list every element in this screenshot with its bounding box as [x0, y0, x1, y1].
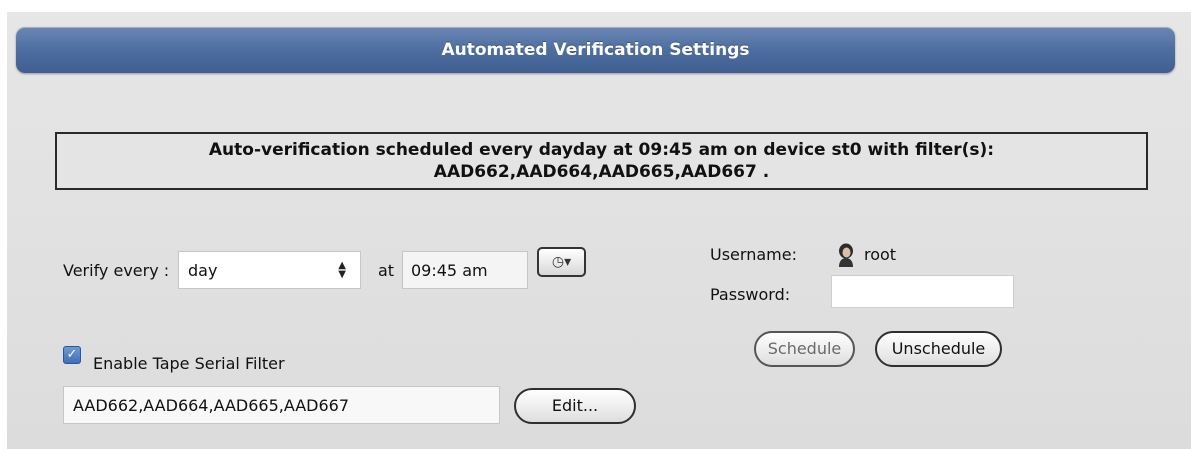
- frequency-select[interactable]: day ▲ ▼: [178, 251, 361, 289]
- frequency-select-value: day: [188, 261, 218, 280]
- tape-serial-filter-input[interactable]: AAD662,AAD664,AAD665,AAD667: [63, 386, 500, 424]
- password-label: Password:: [710, 285, 791, 304]
- unschedule-button[interactable]: Unschedule: [875, 331, 1002, 367]
- status-text-line2: AAD662,AAD664,AAD665,AAD667 .: [433, 162, 770, 182]
- username-label: Username:: [710, 245, 797, 264]
- at-label: at: [378, 261, 395, 280]
- user-avatar-icon: [839, 243, 853, 267]
- verify-every-label: Verify every :: [63, 261, 170, 280]
- edit-button[interactable]: Edit...: [514, 388, 636, 424]
- header-bar: Automated Verification Settings: [16, 27, 1175, 73]
- page-title: Automated Verification Settings: [441, 40, 750, 60]
- schedule-button[interactable]: Schedule: [754, 331, 855, 367]
- select-arrows-icon: ▲ ▼: [338, 260, 346, 280]
- checkmark-icon: ✓: [66, 347, 78, 362]
- clock-dropdown-button[interactable]: ◷▾: [537, 247, 586, 277]
- username-value: root: [864, 245, 897, 264]
- schedule-status-box: Auto-verification scheduled every dayday…: [55, 132, 1148, 190]
- enable-filter-checkbox[interactable]: ✓: [63, 346, 81, 364]
- clock-dropdown-icon: ◷▾: [551, 254, 572, 270]
- time-input[interactable]: 09:45 am: [402, 251, 528, 289]
- status-text-line1: Auto-verification scheduled every dayday…: [208, 140, 995, 160]
- settings-panel: [7, 12, 1191, 449]
- enable-filter-label: Enable Tape Serial Filter: [93, 354, 285, 373]
- password-field[interactable]: [831, 275, 1014, 308]
